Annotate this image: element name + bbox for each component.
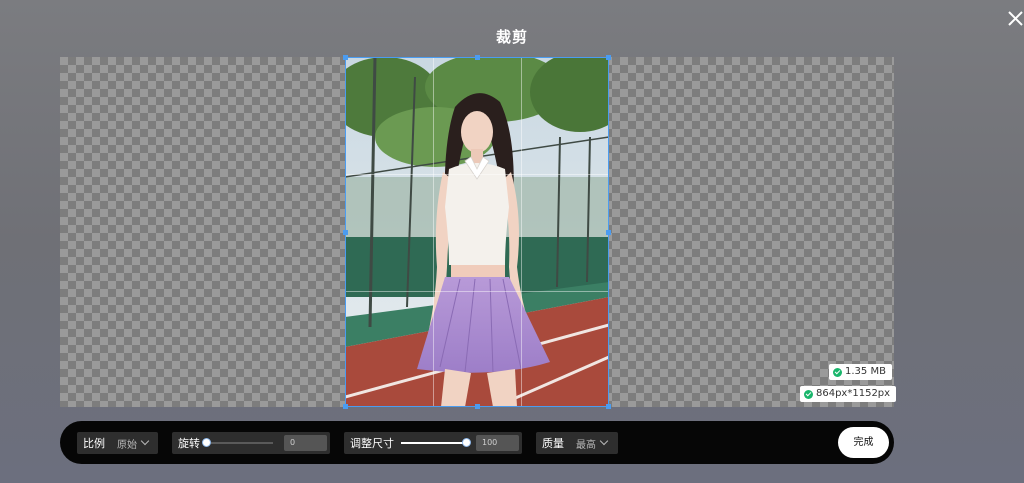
crop-handle-right[interactable]	[606, 230, 611, 235]
rotate-slider-track[interactable]	[206, 442, 273, 444]
ratio-label: 比例	[83, 437, 105, 450]
crop-handle-bottom-left[interactable]	[343, 404, 348, 409]
file-size-text: 1.35 MB	[845, 366, 886, 377]
quality-label: 质量	[542, 437, 564, 450]
rotate-input[interactable]	[284, 435, 327, 451]
crop-frame[interactable]	[343, 55, 611, 409]
file-size-badge: 1.35 MB	[829, 364, 892, 380]
dimensions-text: 864px*1152px	[816, 388, 891, 399]
resize-input[interactable]	[476, 435, 519, 451]
chevron-down-icon	[140, 436, 150, 446]
quality-select[interactable]: 质量 最高	[536, 432, 618, 454]
close-icon	[1008, 11, 1023, 26]
resize-label: 调整尺寸	[350, 437, 394, 450]
ratio-value: 原始	[117, 439, 137, 451]
crop-handle-bottom-right[interactable]	[606, 404, 611, 409]
check-icon	[804, 389, 813, 399]
quality-value: 最高	[576, 439, 596, 451]
grid-line	[346, 291, 608, 292]
crop-handle-top-left[interactable]	[343, 55, 348, 60]
ratio-select[interactable]: 比例 原始	[77, 432, 158, 454]
chevron-down-icon	[599, 436, 609, 446]
resize-control: 调整尺寸	[344, 432, 522, 454]
grid-line	[521, 58, 522, 406]
dimensions-badge: 864px*1152px	[800, 386, 897, 402]
rotate-control: 旋转	[172, 432, 330, 454]
resize-slider-handle[interactable]	[462, 438, 471, 447]
rotate-slider-handle[interactable]	[202, 438, 211, 447]
check-icon	[833, 367, 842, 377]
done-button[interactable]: 完成	[838, 427, 889, 458]
crop-handle-top[interactable]	[475, 55, 480, 60]
grid-line	[433, 58, 434, 406]
crop-handle-bottom[interactable]	[475, 404, 480, 409]
crop-toolbar: 比例 原始 旋转 调整尺寸 质量 最高 完成	[60, 421, 894, 464]
crop-handle-left[interactable]	[343, 230, 348, 235]
resize-slider-fill	[401, 442, 466, 444]
rotate-label: 旋转	[178, 437, 200, 450]
close-button[interactable]	[1005, 8, 1024, 30]
grid-line	[346, 174, 608, 175]
dialog-title: 裁剪	[495, 28, 528, 46]
crop-handle-top-right[interactable]	[606, 55, 611, 60]
